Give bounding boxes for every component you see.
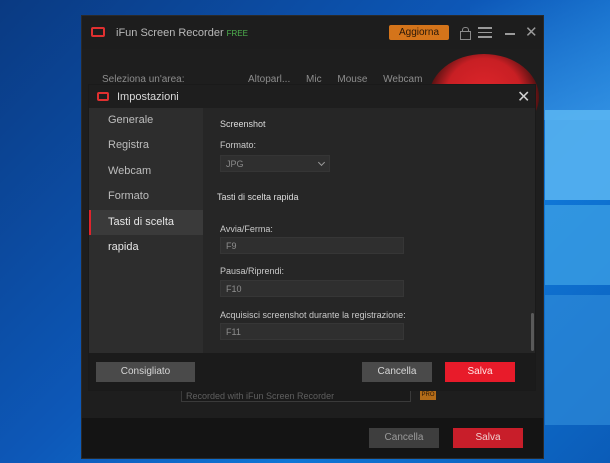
app-logo-icon	[97, 92, 109, 101]
app-cancel-button[interactable]: Cancella	[369, 428, 439, 448]
cancel-button[interactable]: Cancella	[362, 362, 432, 382]
lock-icon[interactable]	[460, 27, 471, 40]
hotkey-pause-resume-label: Pausa/Riprendi:	[220, 266, 285, 276]
dialog-title: Impostazioni	[117, 91, 179, 103]
watermark-field[interactable]: Recorded with iFun Screen Recorder	[181, 388, 411, 402]
app-logo-icon	[91, 27, 105, 37]
screenshot-section-title: Screenshot	[220, 119, 266, 129]
webcam-column-label: Webcam	[383, 74, 423, 85]
app-titlebar: iFun Screen Recorder FREE Aggiorna ✕	[82, 16, 543, 49]
settings-content: Screenshot Formato: JPG Tasti di scelta …	[203, 108, 535, 353]
nav-item-generale[interactable]: Generale	[89, 108, 203, 133]
hotkey-pause-resume-field[interactable]: F10	[220, 280, 404, 297]
desktop-window-pane	[545, 205, 610, 285]
upgrade-button[interactable]: Aggiorna	[389, 25, 449, 40]
dialog-titlebar: Impostazioni ✕	[89, 85, 535, 108]
format-select-value: JPG	[226, 159, 244, 169]
hotkey-screenshot-label: Acquisisci screenshot durante la registr…	[220, 310, 406, 320]
speaker-column-label: Altoparl...	[248, 74, 291, 85]
desktop-window-pane	[545, 295, 610, 425]
area-label: Seleziona un'area:	[102, 74, 185, 85]
format-select[interactable]: JPG	[220, 155, 330, 172]
dialog-close-icon[interactable]: ✕	[517, 87, 530, 107]
format-label: Formato:	[220, 140, 257, 150]
mouse-column-label: Mouse	[337, 74, 368, 85]
source-columns: Altoparl... Mic Mouse Webcam	[248, 74, 435, 85]
recommended-button[interactable]: Consigliato	[96, 362, 195, 382]
settings-dialog: Impostazioni ✕ Generale Registra Webcam …	[89, 85, 535, 390]
chevron-down-icon	[317, 158, 326, 167]
save-button[interactable]: Salva	[445, 362, 515, 382]
nav-item-formato[interactable]: Formato	[89, 184, 203, 209]
app-title-text: iFun Screen Recorder	[116, 27, 224, 39]
hotkey-screenshot-field[interactable]: F11	[220, 323, 404, 340]
nav-item-webcam[interactable]: Webcam	[89, 159, 203, 184]
nav-item-hotkeys[interactable]: Tasti di scelta rapida	[89, 210, 203, 253]
app-title: iFun Screen Recorder FREE	[116, 27, 248, 39]
pro-badge: PRO	[420, 391, 436, 400]
desktop-window-pane	[545, 110, 610, 200]
minimize-icon[interactable]	[505, 33, 515, 35]
close-icon[interactable]: ✕	[525, 23, 538, 41]
hamburger-menu-icon[interactable]	[478, 27, 492, 38]
content-scrollbar-thumb[interactable]	[531, 313, 534, 351]
nav-item-registra[interactable]: Registra	[89, 133, 203, 158]
mic-column-label: Mic	[306, 74, 322, 85]
settings-sidebar: Generale Registra Webcam Formato Tasti d…	[89, 108, 203, 353]
hotkeys-section-title: Tasti di scelta rapida	[217, 192, 299, 202]
free-badge: FREE	[226, 29, 248, 38]
hotkey-start-stop-field[interactable]: F9	[220, 237, 404, 254]
app-save-button[interactable]: Salva	[453, 428, 523, 448]
hotkey-start-stop-label: Avvia/Ferma:	[220, 224, 273, 234]
